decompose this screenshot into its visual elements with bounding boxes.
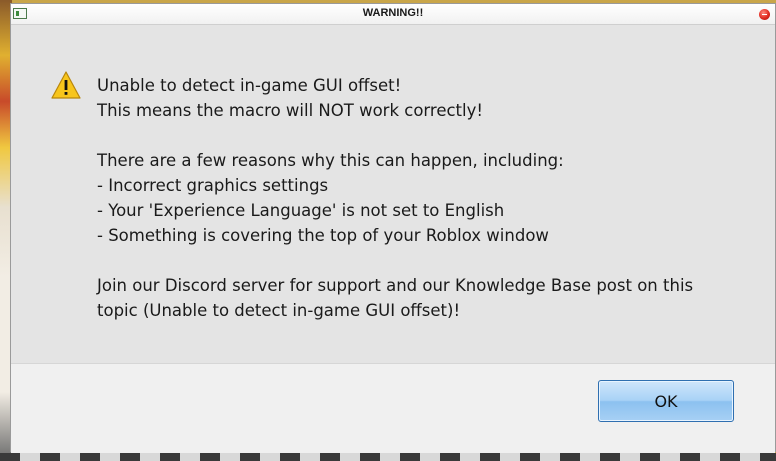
ok-button[interactable]: OK bbox=[598, 380, 734, 422]
warning-dialog: WARNING!! Unable to detect in-game GUI o… bbox=[10, 3, 776, 453]
message-line: - Incorrect graphics settings bbox=[97, 176, 329, 195]
message-line: There are a few reasons why this can hap… bbox=[97, 151, 564, 170]
window-title: WARNING!! bbox=[362, 7, 424, 19]
background-game-floor bbox=[0, 453, 776, 461]
close-icon[interactable] bbox=[759, 9, 770, 20]
message-line: - Your 'Experience Language' is not set … bbox=[97, 201, 505, 220]
message-line: Unable to detect in-game GUI offset! bbox=[97, 76, 402, 95]
message-line: Join our Discord server for support and … bbox=[97, 276, 694, 295]
message-text: Unable to detect in-game GUI offset! Thi… bbox=[97, 73, 757, 323]
message-line: topic (Unable to detect in-game GUI offs… bbox=[97, 301, 461, 320]
title-bar[interactable]: WARNING!! bbox=[11, 4, 775, 25]
dialog-footer: OK bbox=[11, 363, 775, 453]
warning-icon bbox=[51, 71, 81, 99]
dialog-content: Unable to detect in-game GUI offset! Thi… bbox=[11, 25, 775, 363]
message-line: This means the macro will NOT work corre… bbox=[97, 101, 483, 120]
message-line: - Something is covering the top of your … bbox=[97, 226, 549, 245]
